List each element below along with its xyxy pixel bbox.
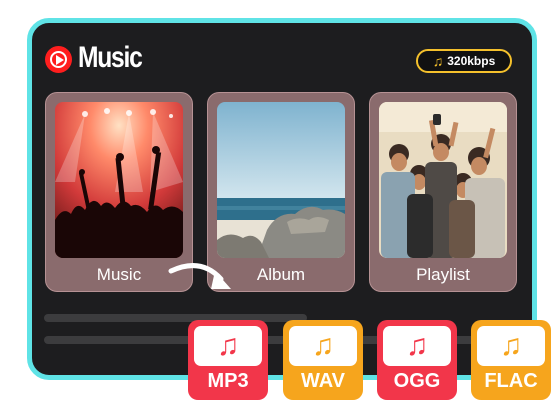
play-logo-icon: [45, 46, 72, 73]
format-mp3[interactable]: ♫ MP3: [188, 320, 268, 400]
tile-playlist[interactable]: Playlist: [369, 92, 517, 292]
format-mp3-label: MP3: [207, 370, 249, 392]
music-note-icon: ♫: [432, 53, 444, 69]
placeholder-line: [44, 314, 307, 322]
music-note-icon: ♫: [477, 326, 545, 366]
bitrate-label: 320kbps: [447, 54, 496, 68]
bitrate-badge[interactable]: ♫ 320kbps: [416, 49, 512, 73]
music-note-icon: ♫: [383, 326, 451, 366]
format-flac[interactable]: ♫ FLAC: [471, 320, 551, 400]
music-note-icon: ♫: [289, 326, 357, 366]
beach-image: [217, 102, 345, 258]
concert-image: [55, 102, 183, 258]
curved-arrow-icon: [168, 263, 231, 289]
format-flac-label: FLAC: [484, 370, 538, 392]
format-ogg-label: OGG: [393, 370, 441, 392]
app-title: Music: [78, 41, 143, 74]
format-ogg[interactable]: ♫ OGG: [377, 320, 457, 400]
party-crowd-image: [379, 102, 507, 258]
music-note-icon: ♫: [194, 326, 262, 366]
format-wav-label: WAV: [300, 370, 346, 392]
tile-playlist-label: Playlist: [416, 265, 470, 284]
format-wav[interactable]: ♫ WAV: [283, 320, 363, 400]
